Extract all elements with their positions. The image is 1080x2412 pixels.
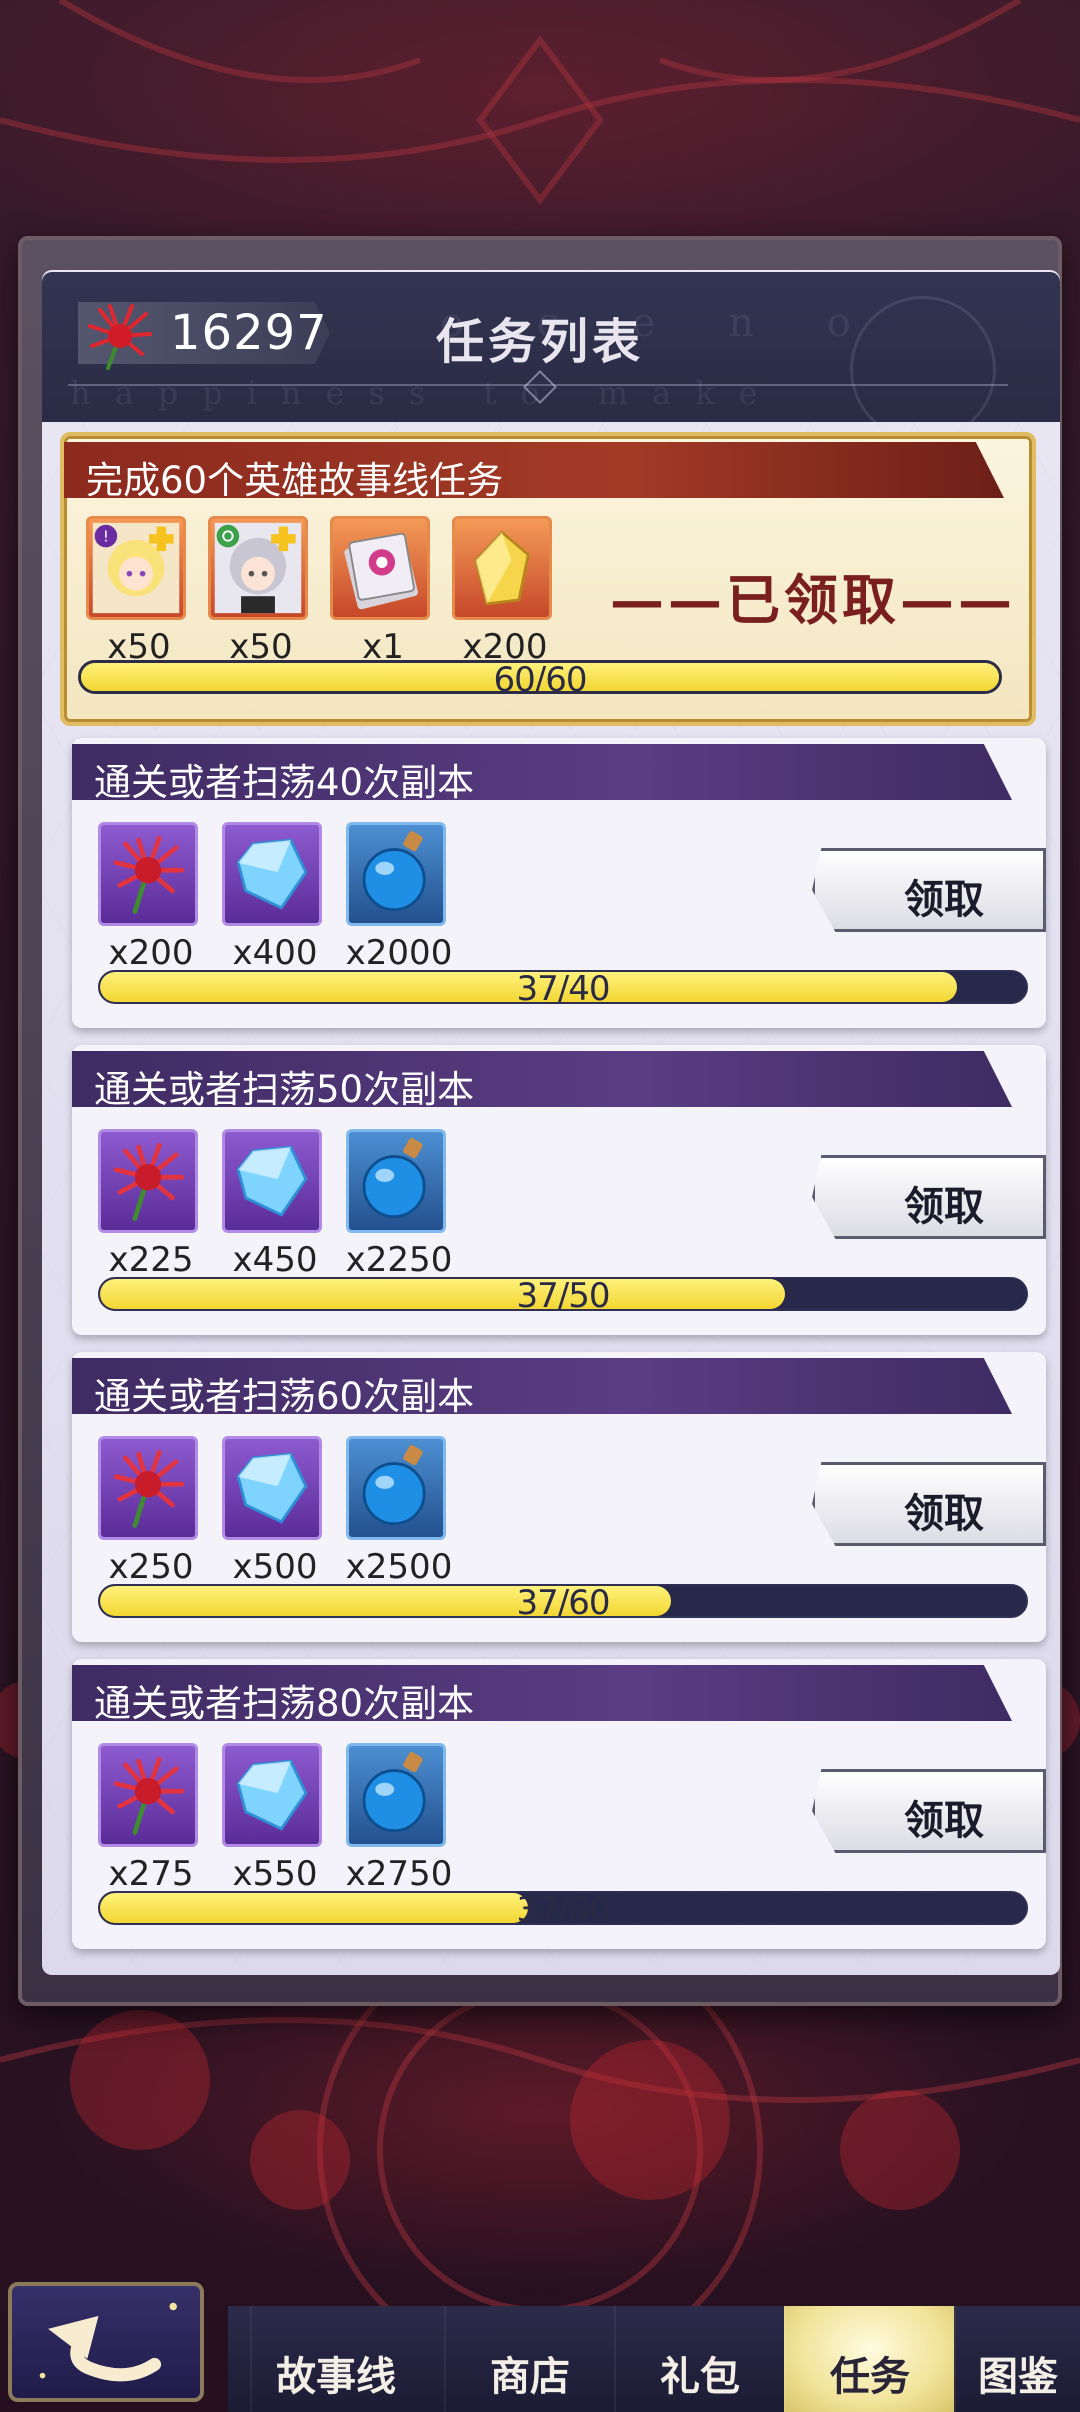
quest-card: 通关或者扫荡40次副本 x200 x400 x2000 领取 37/40 [72, 738, 1046, 1028]
quest-title: 通关或者扫荡60次副本 [94, 1375, 475, 1418]
tab-gift-pack[interactable]: 礼包 [614, 2306, 784, 2412]
progress-text: 60/60 [493, 660, 588, 694]
reward-item[interactable]: x225 [98, 1129, 198, 1280]
quest-title-ribbon: 通关或者扫荡40次副本 [72, 744, 1012, 800]
silver-hair-hero-portrait-icon [214, 522, 302, 614]
claim-button-label: 领取 [904, 876, 984, 923]
gold-crystal-icon [474, 530, 530, 606]
reward-item[interactable]: x275 [98, 1743, 198, 1894]
reward-item[interactable]: x500 [222, 1436, 322, 1587]
quest-title-ribbon: 通关或者扫荡60次副本 [72, 1358, 1012, 1414]
quest-card: 通关或者扫荡80次副本 x275 x550 x2750 领取 37/80 [72, 1659, 1046, 1949]
reward-quantity: x275 [108, 1854, 194, 1894]
reward-quantity: x550 [232, 1854, 318, 1894]
reward-item[interactable]: x2000 [346, 822, 452, 973]
reward-item[interactable]: x250 [98, 1436, 198, 1587]
tab-quests[interactable]: 任务 [784, 2306, 954, 2412]
progress-text: 37/50 [516, 1277, 611, 1311]
tab-storyline[interactable]: 故事线 [250, 2306, 420, 2412]
reward-item[interactable]: x1 [330, 516, 430, 667]
reward-item[interactable]: x50 [208, 516, 308, 667]
quest-progress-bar: 60/60 [78, 660, 1002, 694]
claimed-status-label: ——已领取—— [610, 568, 1016, 632]
blue-potion-icon [362, 831, 426, 912]
blue-crystal-icon [236, 1759, 308, 1831]
claim-button-label: 领取 [904, 1490, 984, 1537]
reward-item[interactable]: x550 [222, 1743, 322, 1894]
red-spider-lily-icon [113, 1142, 185, 1221]
red-spider-lily-icon [113, 1449, 185, 1528]
blue-crystal-icon [236, 1452, 308, 1524]
back-arrow-icon [39, 2302, 177, 2382]
quest-card: 通关或者扫荡50次副本 x225 x450 x2250 领取 37/50 [72, 1045, 1046, 1335]
claim-button-label: 领取 [904, 1183, 984, 1230]
progress-text: 37/40 [516, 970, 611, 1004]
red-spider-lily-icon [113, 835, 185, 914]
reward-item[interactable]: x200 [452, 516, 552, 667]
reward-item[interactable]: x2250 [346, 1129, 452, 1280]
reward-item[interactable]: x400 [222, 822, 322, 973]
tab-collection[interactable]: 图鉴 [954, 2306, 1080, 2412]
reward-quantity: x225 [108, 1240, 194, 1280]
reward-quantity: x2250 [345, 1240, 453, 1280]
blue-crystal-icon [236, 838, 308, 910]
reward-item[interactable]: x200 [98, 822, 198, 973]
quest-progress-bar: 37/50 [98, 1277, 1028, 1311]
quest-card: 通关或者扫荡60次副本 x250 x500 x2500 领取 37/60 [72, 1352, 1046, 1642]
page-title: 任务列表 [435, 314, 644, 370]
red-spider-lily-icon [113, 1756, 185, 1835]
quest-title-ribbon: 通关或者扫荡50次副本 [72, 1051, 1012, 1107]
tab-label: 任务 [830, 2353, 910, 2400]
progress-text: 37/60 [516, 1584, 611, 1618]
claim-button[interactable]: 领取 [812, 848, 1046, 932]
reward-item[interactable]: x450 [222, 1129, 322, 1280]
reward-item[interactable]: ! x50 [86, 516, 186, 667]
reward-quantity: x400 [232, 933, 318, 973]
reward-quantity: x450 [232, 1240, 318, 1280]
back-button[interactable] [8, 2282, 204, 2402]
reward-quantity: x2750 [345, 1854, 453, 1894]
reward-quantity: x2500 [345, 1547, 453, 1587]
tab-label: 图鉴 [978, 2353, 1058, 2400]
progress-text: 37/80 [516, 1891, 611, 1925]
blue-potion-icon [362, 1752, 426, 1833]
blue-potion-icon [362, 1138, 426, 1219]
reward-quantity: x250 [108, 1547, 194, 1587]
quest-progress-bar: 37/40 [98, 970, 1028, 1004]
claim-button-label: 领取 [904, 1797, 984, 1844]
svg-text:!: ! [103, 528, 109, 546]
tab-label: 故事线 [276, 2353, 396, 2400]
quest-title-ribbon: 通关或者扫荡80次副本 [72, 1665, 1012, 1721]
claim-button[interactable]: 领取 [812, 1155, 1046, 1239]
tab-label: 礼包 [660, 2353, 740, 2400]
blue-crystal-icon [236, 1145, 308, 1217]
quest-title-ribbon: 完成60个英雄故事线任务 [64, 442, 1004, 498]
reward-item[interactable]: x2750 [346, 1743, 452, 1894]
blue-potion-icon [362, 1445, 426, 1526]
reward-quantity: x200 [108, 933, 194, 973]
tab-label: 商店 [490, 2353, 570, 2400]
header-watermark-bottom: happiness to make [70, 374, 782, 412]
reward-quantity: x500 [232, 1547, 318, 1587]
blonde-hero-portrait-icon: ! [92, 522, 180, 614]
card-pack-icon [344, 532, 418, 610]
tab-shop[interactable]: 商店 [444, 2306, 614, 2412]
claim-button[interactable]: 领取 [812, 1769, 1046, 1853]
reward-quantity: x2000 [345, 933, 453, 973]
quest-progress-bar: 37/80 [98, 1891, 1028, 1925]
quest-progress-bar: 37/60 [98, 1584, 1028, 1618]
quest-title: 通关或者扫荡50次副本 [94, 1068, 475, 1111]
quest-title: 通关或者扫荡80次副本 [94, 1682, 475, 1725]
quest-card-claimed: 完成60个英雄故事线任务 ! x50 x50 x1 x200 ——已领取—— 6… [60, 432, 1036, 726]
quest-title: 完成60个英雄故事线任务 [86, 459, 504, 502]
reward-item[interactable]: x2500 [346, 1436, 452, 1587]
quest-title: 通关或者扫荡40次副本 [94, 761, 475, 804]
claim-button[interactable]: 领取 [812, 1462, 1046, 1546]
